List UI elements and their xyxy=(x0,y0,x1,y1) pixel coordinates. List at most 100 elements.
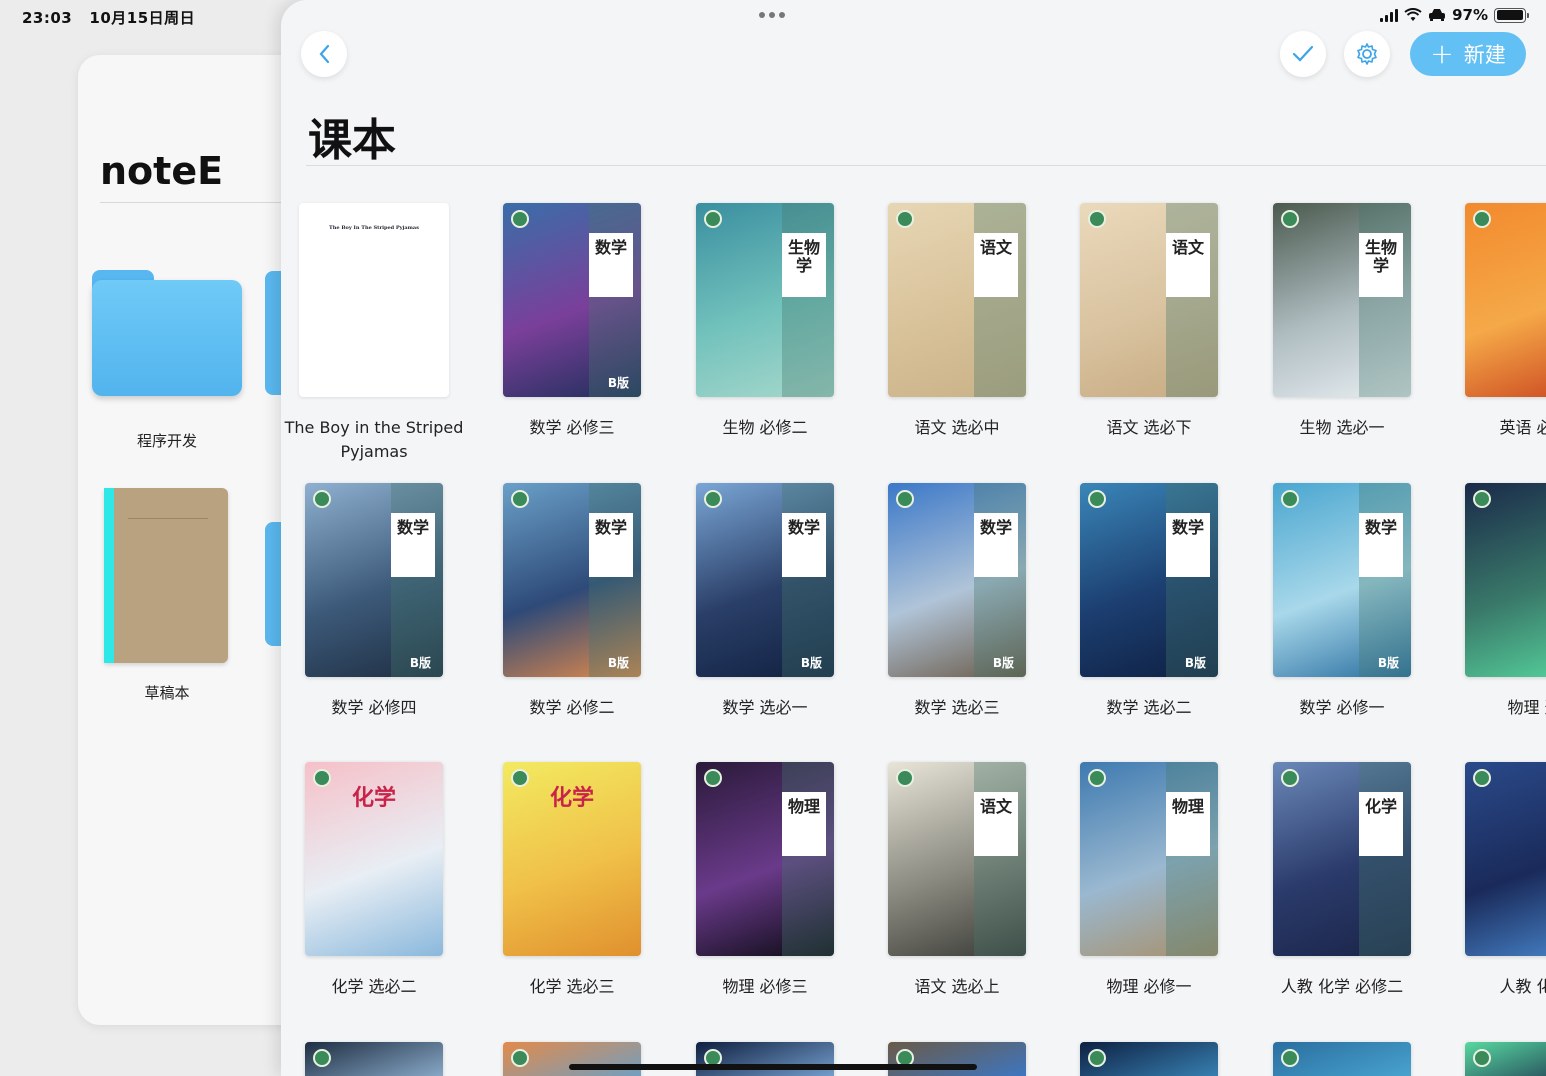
book-cover[interactable]: 生物学 xyxy=(1273,203,1411,397)
folder-icon[interactable] xyxy=(92,270,242,396)
book-cover[interactable]: 数学 B版 xyxy=(1080,483,1218,677)
edition-badge: B版 xyxy=(409,656,431,670)
publisher-logo-icon xyxy=(896,769,914,787)
book-cover[interactable] xyxy=(696,1042,834,1076)
select-button[interactable] xyxy=(1280,31,1326,77)
book-cover[interactable]: 生物学 xyxy=(696,203,834,397)
publisher-logo-icon xyxy=(1281,490,1299,508)
home-indicator[interactable] xyxy=(569,1064,977,1070)
wifi-icon xyxy=(1404,8,1422,21)
status-date: 10月15日周日 xyxy=(89,9,196,27)
book-title[interactable]: 数学 选必一 xyxy=(670,696,860,720)
book-title[interactable]: 生物 选必一 xyxy=(1247,416,1437,440)
settings-button[interactable] xyxy=(1344,31,1390,77)
cover-text: 生物学 xyxy=(1359,233,1403,297)
book-title[interactable]: 化学 选必三 xyxy=(477,975,667,999)
book-title[interactable]: 物理 选 xyxy=(1439,696,1546,720)
publisher-logo-icon xyxy=(313,490,331,508)
book-title[interactable]: 数学 必修三 xyxy=(477,416,667,440)
main-panel: + 新建 课本 The Boy In The Striped Pyjamas Th… xyxy=(281,0,1546,1076)
edition-badge: B版 xyxy=(1377,656,1399,670)
book-cover[interactable] xyxy=(503,1042,641,1076)
book-cover[interactable]: 数学 B版 xyxy=(888,483,1026,677)
book-cover[interactable]: 英语 xyxy=(1465,203,1546,397)
cover-text: 数学 xyxy=(589,233,633,297)
cellular-signal-icon xyxy=(1380,8,1399,22)
book-cover[interactable]: The Boy In The Striped Pyjamas xyxy=(299,203,449,397)
book-title[interactable]: 物理 必修一 xyxy=(1054,975,1244,999)
new-button-label: 新建 xyxy=(1463,43,1506,67)
book-cover[interactable] xyxy=(1465,762,1546,956)
book-title[interactable]: 物理 必修三 xyxy=(670,975,860,999)
book-title[interactable]: 语文 选必下 xyxy=(1054,416,1244,440)
back-button[interactable] xyxy=(301,31,347,77)
publisher-logo-icon xyxy=(313,1049,331,1067)
battery-percent: 97% xyxy=(1452,6,1488,24)
cover-text: 物理 xyxy=(782,792,826,856)
book-title[interactable]: The Boy in the Striped Pyjamas xyxy=(281,416,469,464)
gear-icon xyxy=(1357,43,1377,65)
divider xyxy=(306,165,1546,166)
book-cover[interactable] xyxy=(1465,1042,1546,1076)
book-cover[interactable]: 语文 xyxy=(888,203,1026,397)
book-cover[interactable]: 数学 B版 xyxy=(503,483,641,677)
cover-text: 语文 xyxy=(974,233,1018,297)
cover-text: 数学 xyxy=(782,513,826,577)
book-cover[interactable]: 数学 B版 xyxy=(305,483,443,677)
book-title[interactable]: 数学 选必二 xyxy=(1054,696,1244,720)
book-cover[interactable]: 物理 xyxy=(696,762,834,956)
cover-text: 生物学 xyxy=(782,233,826,297)
book-cover[interactable] xyxy=(1273,1042,1411,1076)
publisher-logo-icon xyxy=(704,210,722,228)
folder-label[interactable]: 程序开发 xyxy=(92,430,242,451)
cover-text: 语文 xyxy=(974,792,1018,856)
publisher-logo-icon xyxy=(896,490,914,508)
book-title[interactable]: 人教 化学 xyxy=(1439,975,1546,999)
book-cover[interactable] xyxy=(1465,483,1546,677)
battery-icon xyxy=(1494,7,1529,23)
book-title[interactable]: 人教 化学 必修二 xyxy=(1247,975,1437,999)
book-cover[interactable]: 语文 xyxy=(1080,203,1218,397)
book-cover[interactable]: 数学 B版 xyxy=(1273,483,1411,677)
book-title[interactable]: 数学 必修四 xyxy=(281,696,469,720)
publisher-logo-icon xyxy=(1473,769,1491,787)
cover-text: 化学 xyxy=(351,785,396,811)
book-title[interactable]: 语文 选必上 xyxy=(862,975,1052,999)
book-cover[interactable]: 化学 xyxy=(1273,762,1411,956)
book-cover[interactable]: 语文 xyxy=(888,762,1026,956)
cover-text: 数学 xyxy=(391,513,435,577)
book-title[interactable]: 数学 必修一 xyxy=(1247,696,1437,720)
publisher-logo-icon xyxy=(1281,1049,1299,1067)
chevron-left-icon xyxy=(319,44,330,64)
cover-text: 数学 xyxy=(1166,513,1210,577)
book-cover[interactable] xyxy=(1080,1042,1218,1076)
app-title: noteE xyxy=(100,149,224,193)
book-cover[interactable] xyxy=(305,1042,443,1076)
book-cover[interactable]: 化学 xyxy=(305,762,443,956)
book-cover[interactable] xyxy=(888,1042,1026,1076)
new-button[interactable]: + 新建 xyxy=(1410,32,1526,76)
cover-text: 化学 xyxy=(1359,792,1403,856)
book-title[interactable]: 生物 必修二 xyxy=(670,416,860,440)
book-title[interactable]: 语文 选必中 xyxy=(862,416,1052,440)
book-cover[interactable]: 化学 xyxy=(503,762,641,956)
book-title[interactable]: 英语 必修 xyxy=(1439,416,1546,440)
notebook-icon[interactable] xyxy=(104,488,228,663)
publisher-logo-icon xyxy=(704,490,722,508)
book-cover[interactable]: 数学 B版 xyxy=(696,483,834,677)
publisher-logo-icon xyxy=(1281,210,1299,228)
cover-text: 数学 xyxy=(974,513,1018,577)
edition-badge: B版 xyxy=(992,656,1014,670)
notebook-label[interactable]: 草稿本 xyxy=(92,682,242,703)
book-title[interactable]: 化学 选必二 xyxy=(281,975,469,999)
book-cover[interactable]: 数学 B版 xyxy=(503,203,641,397)
book-title[interactable]: 数学 必修二 xyxy=(477,696,667,720)
checkmark-icon xyxy=(1292,45,1314,62)
edition-badge: B版 xyxy=(607,656,629,670)
publisher-logo-icon xyxy=(704,769,722,787)
book-cover[interactable]: 物理 xyxy=(1080,762,1218,956)
publisher-logo-icon xyxy=(511,1049,529,1067)
publisher-logo-icon xyxy=(1473,210,1491,228)
status-time: 23:03 10月15日周日 xyxy=(22,9,196,27)
book-title[interactable]: 数学 选必三 xyxy=(862,696,1052,720)
